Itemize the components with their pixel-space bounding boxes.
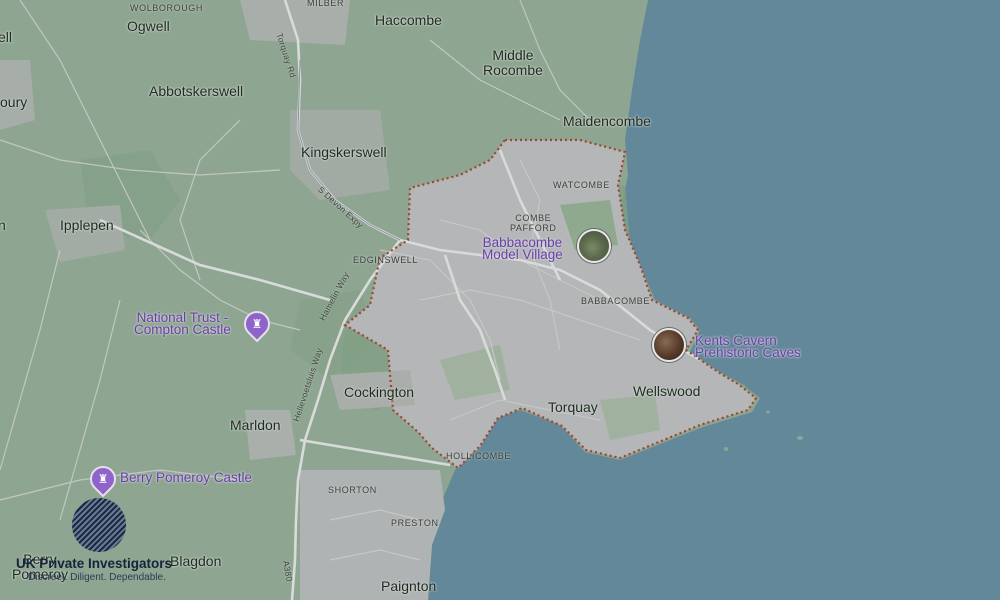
place-label-torquay: Torquay [548,399,598,415]
place-label-preston: PRESTON [391,518,439,528]
place-label-haccombe: Haccombe [375,12,442,28]
place-label-kingskerswell: Kingskerswell [301,144,387,160]
place-label-shorton: SHORTON [328,485,377,495]
place-label-watcombe: WATCOMBE [553,180,610,190]
logo-tagline: Discreet. Diligent. Dependable. [28,572,166,583]
place-label-cockington: Cockington [344,384,415,400]
islet [766,410,770,414]
place-label-paignton: Paignton [381,578,437,594]
islet [724,447,728,451]
place-label-ell: ell [0,29,13,45]
place-label-maidencombe: Maidencombe [563,113,651,129]
place-label-ipplepen: Ipplepen [60,217,114,233]
logo-name: UK Private Investigators [16,556,173,571]
place-label-hollicombe: HOLLICOMBE [446,451,512,461]
place-label-n: n [0,217,6,233]
islet [797,436,803,440]
babbacombe-model-village-photo-pin[interactable] [577,229,611,263]
poi-label-kents-cavern[interactable]: Kents Cavern Prehistoric Caves [695,334,801,360]
place-label-edginswell: EDGINSWELL [353,255,419,265]
place-label-babbacombe: BABBACOMBE [581,296,651,306]
place-label-wolborough: WOLBOROUGH [130,3,204,13]
place-label-milber: MILBER [307,0,345,8]
logo-mark-icon [72,498,126,552]
kents-cavern-photo-pin[interactable] [652,328,686,362]
place-label-wellswood: Wellswood [633,383,701,399]
place-label-combe-pafford: COMBE PAFFORD [510,213,557,233]
place-label-middle-rocombe: Middle Rocombe [483,47,543,78]
place-label-ogwell: Ogwell [127,18,170,34]
company-logo: UK Private Investigators Discreet. Dilig… [14,498,214,594]
poi-label-compton-castle[interactable]: National Trust - Compton Castle [134,311,231,337]
place-label-abbotskerswell: Abbotskerswell [149,83,244,99]
map-view[interactable]: WOLBOROUGH MILBER Ogwell Haccombe ell Mi… [0,0,1000,600]
place-label-oury: oury [0,94,28,110]
poi-label-berry-pomeroy-castle[interactable]: Berry Pomeroy Castle [120,471,252,485]
place-label-marldon: Marldon [230,417,281,433]
poi-label-babbacombe-model-village[interactable]: Babbacombe Model Village [482,236,563,262]
